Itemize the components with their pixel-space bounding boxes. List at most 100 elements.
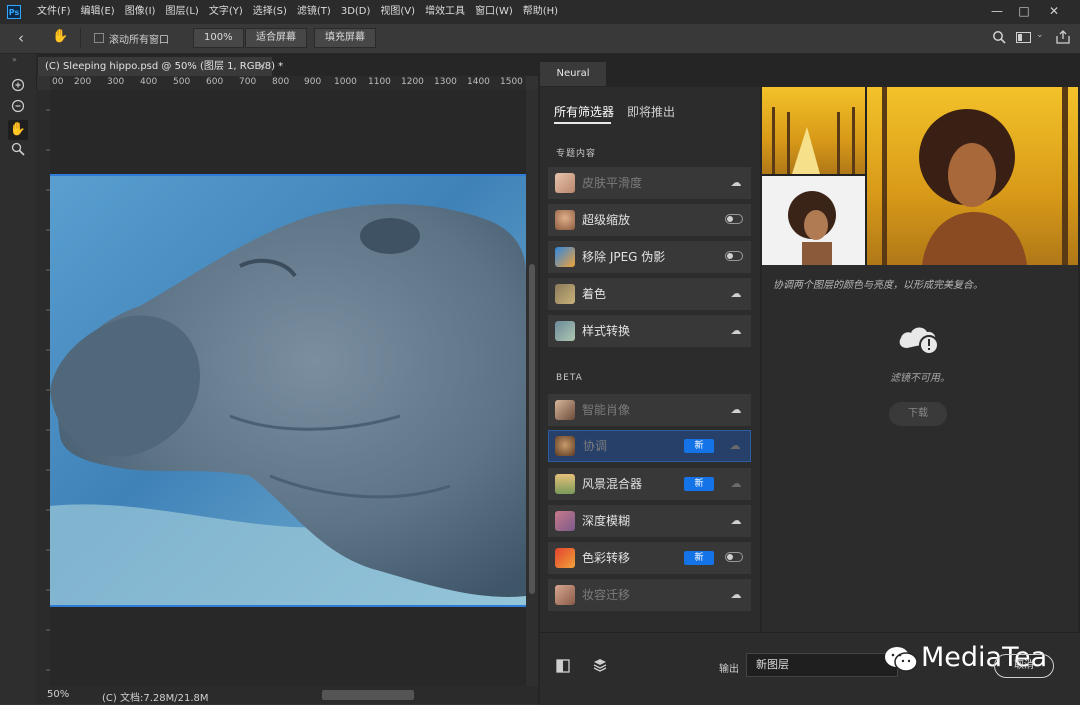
status-bar: 50% (C) 文档:7.28M/21.8M xyxy=(36,686,538,704)
search-icon[interactable] xyxy=(992,30,1006,47)
ruler-label: 1100 xyxy=(368,77,391,87)
cloud-download-icon[interactable]: ☁ xyxy=(729,403,743,417)
vertical-ruler xyxy=(36,90,50,686)
cloud-download-icon[interactable]: ☁ xyxy=(729,287,743,301)
vertical-ruler-ticks xyxy=(46,109,50,671)
filter-jpeg-artifact-removal[interactable]: 移除 JPEG 伪影 xyxy=(548,241,751,273)
close-window-icon[interactable]: ✕ xyxy=(1040,2,1068,20)
layers-icon[interactable] xyxy=(592,657,608,676)
status-zoom[interactable]: 50% xyxy=(47,689,69,700)
menu-filter[interactable]: 滤镜(T) xyxy=(292,0,336,24)
ruler-label: 600 xyxy=(206,77,224,87)
ruler-label: 1500 xyxy=(500,77,523,87)
ruler-label: 700 xyxy=(239,77,257,87)
filter-label: 深度模糊 xyxy=(582,514,631,528)
section-featured: 专题内容 xyxy=(556,149,597,159)
panel-grip-icon[interactable]: » xyxy=(12,55,17,64)
filter-super-zoom[interactable]: 超级缩放 xyxy=(548,204,751,236)
zoom-tool-icon[interactable] xyxy=(8,142,28,162)
menu-image[interactable]: 图像(I) xyxy=(120,0,161,24)
filter-skin-smoothing[interactable]: 皮肤平滑度 ☁ xyxy=(548,167,751,199)
chevron-down-icon[interactable]: ⌄ xyxy=(1036,30,1044,40)
cloud-download-icon[interactable]: ☁ xyxy=(729,324,743,338)
document-tab-title: (C) Sleeping hippo.psd @ 50% (图层 1, RGB/… xyxy=(45,61,284,72)
cloud-error-icon xyxy=(897,322,941,359)
menu-type[interactable]: 文字(Y) xyxy=(204,0,248,24)
menu-plugins[interactable]: 增效工具 xyxy=(420,0,470,24)
tab-coming-soon[interactable]: 即将推出 xyxy=(627,103,675,120)
smart-portrait-thumbnail-icon xyxy=(555,400,575,420)
filter-landscape-mixer[interactable]: 风景混合器 新 ☁ xyxy=(548,468,751,500)
download-button[interactable]: 下载 xyxy=(889,402,947,426)
close-tab-icon[interactable]: × xyxy=(258,57,266,76)
neural-filters-tab[interactable]: Neural Filters xyxy=(540,62,606,103)
menu-3d[interactable]: 3D(D) xyxy=(336,0,376,24)
scroll-all-checkbox[interactable] xyxy=(94,33,104,43)
filter-toggle[interactable] xyxy=(725,214,743,224)
filter-smart-portrait[interactable]: 智能肖像 ☁ xyxy=(548,394,751,426)
menu-select[interactable]: 选择(S) xyxy=(248,0,292,24)
status-doc-size[interactable]: (C) 文档:7.28M/21.8M xyxy=(102,689,209,704)
filter-toggle[interactable] xyxy=(725,552,743,562)
filter-makeup-transfer[interactable]: 妆容迁移 ☁ xyxy=(548,579,751,611)
filter-depth-blur[interactable]: 深度模糊 ☁ xyxy=(548,505,751,537)
minimize-icon[interactable]: — xyxy=(983,2,1011,20)
workspace-icon[interactable] xyxy=(1016,32,1032,47)
output-label: 输出 xyxy=(719,664,739,675)
compare-icon[interactable] xyxy=(556,659,570,676)
ruler-label: 00 xyxy=(52,77,64,87)
tab-underline xyxy=(554,122,611,124)
ruler-label: 1400 xyxy=(467,77,490,87)
menu-bar: Ps 文件(F) 编辑(E) 图像(I) 图层(L) 文字(Y) 选择(S) 滤… xyxy=(0,0,1080,24)
super-zoom-thumbnail-icon xyxy=(555,210,575,230)
menu-edit[interactable]: 编辑(E) xyxy=(76,0,120,24)
horizontal-ruler: 00 200 300 400 500 600 700 800 900 1000 … xyxy=(50,76,526,91)
menu-layer[interactable]: 图层(L) xyxy=(160,0,203,24)
filter-label: 色彩转移 xyxy=(582,551,631,565)
filter-label: 移除 JPEG 伪影 xyxy=(582,250,666,264)
filter-preview xyxy=(762,87,1078,265)
landscape-mixer-thumbnail-icon xyxy=(555,474,575,494)
new-badge: 新 xyxy=(684,477,714,491)
filter-color-transfer[interactable]: 色彩转移 新 xyxy=(548,542,751,574)
output-select[interactable]: 新图层 xyxy=(746,653,898,677)
cancel-button[interactable]: 取消 xyxy=(994,654,1054,678)
filter-description: 协调两个图层的颜色与亮度，以形成完美复合。 xyxy=(773,280,983,291)
filter-toggle[interactable] xyxy=(725,251,743,261)
menu-help[interactable]: 帮助(H) xyxy=(518,0,563,24)
cloud-download-icon: ☁ xyxy=(730,477,742,490)
vertical-scrollbar[interactable] xyxy=(526,90,538,686)
tab-all-filters[interactable]: 所有筛选器 xyxy=(554,103,614,120)
cloud-download-icon: ☁ xyxy=(729,439,741,452)
fit-screen-button[interactable]: 适合屏幕 xyxy=(245,28,307,48)
ruler-label: 800 xyxy=(272,77,290,87)
hand-tool-icon[interactable]: ✋ xyxy=(8,120,28,140)
zoom-out-icon[interactable] xyxy=(8,99,28,119)
menu-list: 文件(F) 编辑(E) 图像(I) 图层(L) 文字(Y) 选择(S) 滤镜(T… xyxy=(32,0,563,24)
zoom-100-button[interactable]: 100% xyxy=(193,28,244,48)
scrollbar-thumb[interactable] xyxy=(529,264,535,594)
document-tab[interactable]: (C) Sleeping hippo.psd @ 50% (图层 1, RGB/… xyxy=(38,57,283,76)
fill-screen-button[interactable]: 填充屏幕 xyxy=(314,28,376,48)
cloud-download-icon[interactable]: ☁ xyxy=(729,588,743,602)
filter-label: 风景混合器 xyxy=(582,477,643,491)
ruler-label: 500 xyxy=(173,77,191,87)
filter-label: 超级缩放 xyxy=(582,213,631,227)
filter-harmonization[interactable]: 协调 新 ☁ xyxy=(548,430,751,462)
filter-colorize[interactable]: 着色 ☁ xyxy=(548,278,751,310)
hippo-image[interactable] xyxy=(50,174,526,607)
menu-file[interactable]: 文件(F) xyxy=(32,0,76,24)
cloud-download-icon[interactable]: ☁ xyxy=(729,514,743,528)
horizontal-scrollbar-thumb[interactable] xyxy=(322,690,414,700)
cloud-download-icon[interactable]: ☁ xyxy=(729,176,743,190)
menu-window[interactable]: 窗口(W) xyxy=(470,0,518,24)
filter-label: 智能肖像 xyxy=(582,403,631,417)
back-chevron-icon[interactable]: ‹ xyxy=(18,29,24,47)
menu-view[interactable]: 视图(V) xyxy=(375,0,420,24)
maximize-icon[interactable]: □ xyxy=(1010,2,1038,20)
zoom-in-icon[interactable] xyxy=(8,78,28,98)
filter-style-transfer[interactable]: 样式转换 ☁ xyxy=(548,315,751,347)
hand-tool-preset-icon[interactable]: ✋ xyxy=(52,29,68,44)
share-icon[interactable] xyxy=(1056,30,1070,47)
separator xyxy=(80,28,81,48)
